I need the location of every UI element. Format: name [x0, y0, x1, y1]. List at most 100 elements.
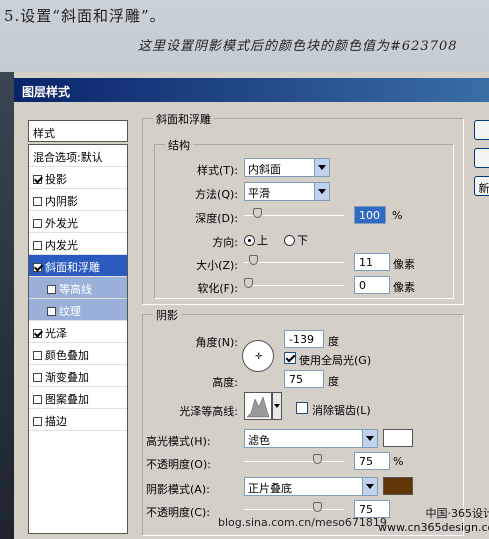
style-item-checkbox[interactable]: [33, 219, 42, 228]
style-item[interactable]: 颜色叠加: [29, 343, 127, 365]
style-item-label: 纹理: [59, 305, 81, 318]
highlight-opacity-thumb[interactable]: [313, 454, 322, 464]
shadow-mode-value: 正片叠底: [248, 482, 292, 495]
color-note: 这里设置阴影模式后的颜色块的颜色值为#623708: [138, 39, 458, 54]
depth-input[interactable]: 100: [354, 206, 386, 224]
style-item[interactable]: 内发光: [29, 233, 127, 255]
antialias-checkbox[interactable]: [296, 402, 308, 414]
style-item-checkbox[interactable]: [33, 263, 42, 272]
chevron-down-icon: [314, 159, 329, 176]
angle-dial[interactable]: ✛: [242, 340, 274, 372]
shadow-color-swatch[interactable]: [383, 477, 413, 495]
style-item-checkbox[interactable]: [33, 395, 42, 404]
style-item-checkbox[interactable]: [33, 329, 42, 338]
tutorial-banner: 5.设置“斜面和浮雕”。 这里设置阴影模式后的颜色块的颜色值为#623708: [0, 0, 489, 72]
style-item-checkbox[interactable]: [47, 285, 56, 294]
style-item-label: 混合选项:默认: [33, 151, 103, 164]
size-input[interactable]: 11: [354, 253, 390, 271]
style-item[interactable]: 纹理: [29, 299, 127, 321]
global-light-checkbox[interactable]: [284, 352, 296, 364]
site-url: www.cn365design.com: [378, 521, 489, 534]
ok-button[interactable]: [474, 120, 489, 140]
soften-slider-thumb[interactable]: [244, 278, 253, 288]
highlight-opacity-track[interactable]: [244, 461, 344, 462]
chevron-down-icon: [362, 430, 377, 447]
style-item-label: 颜色叠加: [45, 349, 89, 362]
style-item[interactable]: 内阴影: [29, 189, 127, 211]
style-item-label: 图案叠加: [45, 393, 89, 406]
direction-up-radio[interactable]: 上: [244, 232, 268, 248]
window-background: [0, 72, 14, 539]
style-item[interactable]: 渐变叠加: [29, 365, 127, 387]
soften-slider-track[interactable]: [244, 285, 344, 286]
style-item-label: 等高线: [59, 283, 92, 296]
style-item-label: 内阴影: [45, 195, 78, 208]
style-item-checkbox[interactable]: [33, 175, 42, 184]
style-select-value: 内斜面: [248, 163, 281, 176]
style-item[interactable]: 等高线: [29, 277, 127, 299]
style-item[interactable]: 光泽: [29, 321, 127, 343]
style-item[interactable]: 图案叠加: [29, 387, 127, 409]
style-item-label: 描边: [45, 415, 67, 428]
structure-title: 结构: [165, 137, 193, 153]
cancel-button[interactable]: [474, 148, 489, 168]
highlight-mode-select[interactable]: 滤色: [244, 429, 378, 448]
style-item-checkbox[interactable]: [33, 197, 42, 206]
gloss-contour-preview[interactable]: [244, 392, 272, 420]
contour-curve-icon: [246, 396, 270, 418]
shadow-opacity-track[interactable]: [244, 509, 344, 510]
size-slider-thumb[interactable]: [248, 255, 258, 265]
chevron-down-icon: [362, 478, 377, 495]
style-item[interactable]: 斜面和浮雕: [29, 255, 127, 277]
soften-label: 软化(F):: [197, 282, 238, 295]
size-unit: 像素: [393, 258, 415, 271]
style-item-label: 内发光: [45, 239, 78, 252]
styles-header[interactable]: 样式: [28, 120, 128, 142]
style-item-label: 投影: [45, 173, 67, 186]
highlight-opacity-label: 不透明度(O):: [146, 458, 211, 471]
shadow-mode-label: 阴影模式(A):: [146, 483, 210, 496]
style-item[interactable]: 描边: [29, 409, 127, 431]
highlight-opacity-input[interactable]: 75: [354, 452, 390, 470]
highlight-mode-label: 高光模式(H):: [146, 435, 211, 448]
style-label: 样式(T):: [196, 164, 238, 177]
depth-unit: %: [392, 209, 403, 222]
technique-select[interactable]: 平滑: [244, 182, 330, 201]
technique-select-value: 平滑: [248, 187, 270, 200]
style-item-label: 外发光: [45, 217, 78, 230]
style-select[interactable]: 内斜面: [244, 158, 330, 177]
antialias-label: 消除锯齿(L): [312, 404, 371, 417]
altitude-input[interactable]: 75: [284, 370, 324, 388]
style-item-checkbox[interactable]: [33, 373, 42, 382]
size-slider-track[interactable]: [244, 262, 344, 263]
style-item[interactable]: 混合选项:默认: [29, 145, 127, 167]
site-watermark: 中国·365设计网 www.cn365design.com: [378, 505, 489, 534]
style-item-label: 光泽: [45, 327, 67, 340]
style-item-label: 斜面和浮雕: [45, 261, 100, 274]
style-item[interactable]: 外发光: [29, 211, 127, 233]
highlight-color-swatch[interactable]: [383, 429, 413, 447]
angle-input[interactable]: -139: [284, 330, 324, 348]
style-item-checkbox[interactable]: [47, 307, 56, 316]
site-name: 中国·365设计网: [425, 507, 489, 520]
style-item-checkbox[interactable]: [33, 241, 42, 250]
shadow-mode-select[interactable]: 正片叠底: [244, 477, 378, 496]
shading-title: 阴影: [153, 307, 181, 323]
new-style-button[interactable]: 新: [474, 176, 489, 196]
direction-down-label: 下: [297, 234, 308, 247]
style-item[interactable]: 投影: [29, 167, 127, 189]
style-item-checkbox[interactable]: [33, 351, 42, 360]
global-light-label: 使用全局光(G): [299, 354, 372, 367]
altitude-unit: 度: [328, 375, 339, 388]
gloss-contour-dropdown[interactable]: [272, 392, 282, 420]
style-item-checkbox[interactable]: [33, 417, 42, 426]
direction-down-radio[interactable]: 下: [284, 232, 308, 248]
bevel-group-title: 斜面和浮雕: [153, 111, 214, 127]
dialog-titlebar[interactable]: 图层样式: [14, 78, 489, 102]
shadow-opacity-thumb[interactable]: [313, 502, 322, 512]
soften-input[interactable]: 0: [354, 276, 390, 294]
direction-up-label: 上: [257, 234, 268, 247]
styles-list: 混合选项:默认投影内阴影外发光内发光斜面和浮雕等高线纹理光泽颜色叠加渐变叠加图案…: [28, 144, 128, 534]
step-heading: 5.设置“斜面和浮雕”。: [4, 7, 166, 25]
depth-slider-thumb[interactable]: [253, 208, 263, 218]
